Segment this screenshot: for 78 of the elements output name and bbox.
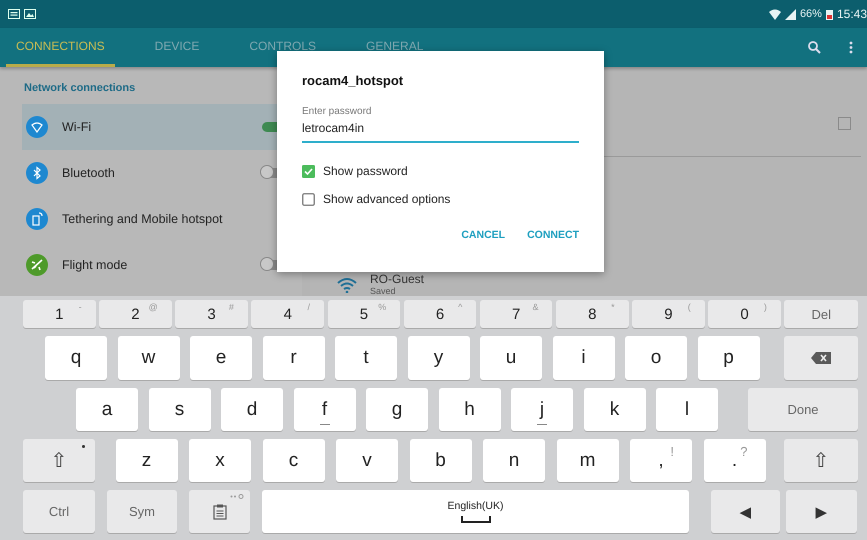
key[interactable]: f [294, 388, 356, 431]
space-key[interactable]: English(UK) [262, 490, 689, 533]
battery-icon [826, 8, 833, 20]
notification-icon [8, 9, 20, 19]
section-header: Network connections [23, 81, 136, 96]
key[interactable]: Done [748, 388, 858, 431]
arrow-key[interactable]: ◀ [711, 490, 780, 533]
backspace-icon [811, 352, 831, 364]
key[interactable]: j [511, 388, 573, 431]
settings-label: Bluetooth [62, 166, 116, 180]
key[interactable]: 9 ( [632, 300, 705, 328]
clipboard-icon [212, 504, 226, 520]
key[interactable]: b [410, 439, 472, 482]
clipboard-key[interactable] [189, 490, 250, 533]
option-label: Show password [323, 164, 408, 178]
key[interactable]: 6 ^ [404, 300, 476, 328]
checkbox[interactable] [302, 164, 315, 178]
key[interactable]: g [366, 388, 428, 431]
wifi-icon [336, 276, 358, 292]
key[interactable]: 2 @ [99, 300, 172, 328]
key[interactable]: o [625, 336, 687, 380]
key[interactable]: l [656, 388, 718, 431]
key[interactable]: i [552, 336, 614, 380]
settings-label: Wi-Fi [62, 120, 92, 134]
key[interactable]: 7 & [480, 300, 552, 328]
key[interactable]: w [118, 336, 180, 380]
key[interactable]: p [698, 336, 760, 380]
key[interactable]: 5 % [328, 300, 400, 328]
settings-label: Flight mode [62, 258, 128, 272]
key[interactable]: 0 ) [708, 300, 781, 328]
signal-icon [784, 8, 796, 20]
key[interactable]: Ctrl [23, 490, 95, 533]
clock: 15:43 [836, 7, 867, 21]
settings-item[interactable]: Tethering and Mobile hotspot [22, 196, 302, 242]
arrow-key[interactable]: ▶ [786, 490, 857, 533]
battery-percent: 66% [800, 8, 822, 20]
key[interactable]: k [584, 388, 646, 431]
checkbox[interactable] [838, 117, 851, 130]
key[interactable]: z [116, 439, 178, 482]
space-icon [460, 516, 490, 523]
option-label: Show advanced options [323, 192, 450, 206]
key[interactable]: m [556, 439, 618, 482]
backspace-key[interactable] [784, 336, 858, 380]
key[interactable]: a [76, 388, 138, 431]
key[interactable]: 1 - [23, 300, 96, 328]
key[interactable]: h [438, 388, 500, 431]
password-field[interactable]: Enter password letrocam4in [302, 106, 579, 143]
key[interactable]: u [480, 336, 542, 380]
image-icon [24, 9, 36, 19]
key[interactable]: Del [784, 300, 858, 328]
key[interactable]: , ! [630, 439, 692, 482]
key[interactable]: q [45, 336, 107, 380]
key[interactable]: s [148, 388, 210, 431]
key[interactable]: x [189, 439, 251, 482]
key[interactable]: c [262, 439, 324, 482]
key[interactable]: e [190, 336, 252, 380]
wifi-icon [768, 8, 781, 20]
shift-key[interactable]: ⇧ [784, 439, 858, 482]
key[interactable]: Sym [107, 490, 177, 533]
key[interactable]: 8 * [556, 300, 629, 328]
network-status: Saved [370, 286, 397, 296]
key[interactable]: r [262, 336, 324, 380]
search-icon[interactable] [808, 41, 821, 54]
key[interactable]: n [483, 439, 545, 482]
dialog-title: rocam4_hotspot [302, 73, 404, 88]
shift-key[interactable]: ⇧ [23, 439, 95, 482]
key[interactable]: d [221, 388, 283, 431]
key[interactable]: 3 # [175, 300, 248, 328]
more-options-icon[interactable] [849, 41, 853, 54]
key[interactable]: 4 / [251, 300, 324, 328]
checkbox[interactable] [302, 192, 315, 206]
settings-label: Tethering and Mobile hotspot [62, 212, 224, 226]
key[interactable]: t [335, 336, 397, 380]
key[interactable]: v [336, 439, 398, 482]
settings-dots-icon [230, 494, 244, 499]
key[interactable]: y [408, 336, 470, 380]
key[interactable]: . ? [704, 439, 766, 482]
network-name[interactable]: RO-Guest [370, 273, 424, 286]
